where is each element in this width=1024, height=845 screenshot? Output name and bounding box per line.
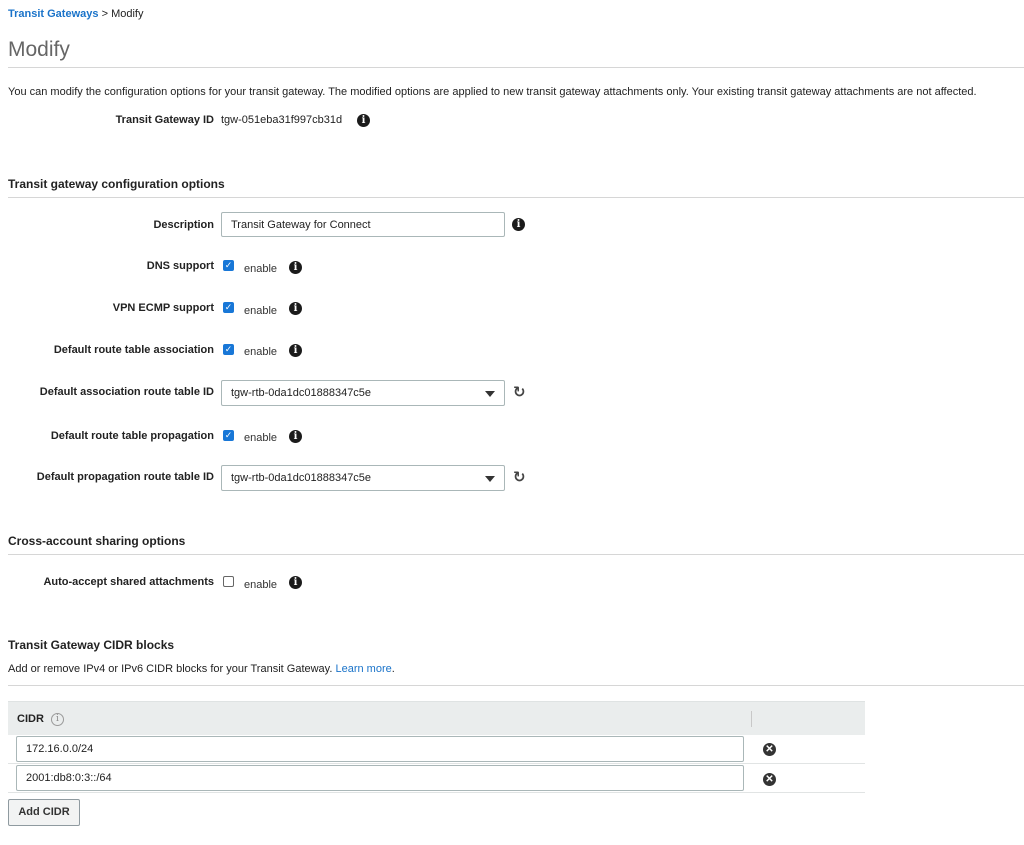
row-divider [8,792,865,793]
remove-icon[interactable]: ✕ [763,743,776,756]
info-icon[interactable]: i [289,344,302,357]
learn-more-link[interactable]: Learn more [335,663,391,675]
propagation-table-id-label: Default propagation route table ID [36,471,214,483]
route-association-checkbox[interactable]: ✓ [223,344,234,355]
checkmark-icon: ✓ [224,302,233,312]
dns-support-label: DNS support [146,260,214,272]
cidr-table-header: CIDR i [8,701,865,735]
info-icon[interactable]: i [357,114,370,127]
association-table-id-label: Default association route table ID [39,386,214,398]
info-icon[interactable]: i [289,430,302,443]
chevron-down-icon [485,391,495,397]
add-cidr-button[interactable]: Add CIDR [8,799,80,826]
info-icon[interactable]: i [289,576,302,589]
title-divider [8,67,1024,68]
intro-text: You can modify the configuration options… [8,86,977,98]
breadcrumb-current: Modify [111,8,144,20]
cidr-column-header: CIDR [17,713,44,725]
breadcrumb-separator: > [101,8,108,20]
checkmark-icon: ✓ [224,344,233,354]
vpn-ecmp-label: VPN ECMP support [112,302,214,314]
remove-icon[interactable]: ✕ [763,773,776,786]
propagation-table-value: tgw-rtb-0da1dc01888347c5e [231,472,372,484]
cidr-input-1[interactable] [16,736,744,762]
info-icon[interactable]: i [51,713,64,726]
propagation-table-select[interactable]: tgw-rtb-0da1dc01888347c5e [221,465,505,491]
route-association-label: Default route table association [53,344,214,356]
chevron-down-icon [485,476,495,482]
dns-support-checkbox[interactable]: ✓ [223,260,234,271]
checkmark-icon: ✓ [224,430,233,440]
info-icon[interactable]: i [512,218,525,231]
config-section-title: Transit gateway configuration options [8,177,225,191]
vpn-ecmp-enable-label: enable [244,305,278,317]
sharing-section-title: Cross-account sharing options [8,534,186,548]
auto-accept-enable-label: enable [244,579,278,591]
refresh-icon[interactable]: ↻ [513,468,526,486]
cidr-description: Add or remove IPv4 or IPv6 CIDR blocks f… [8,663,395,675]
route-propagation-checkbox[interactable]: ✓ [223,430,234,441]
checkmark-icon: ✓ [224,260,233,270]
page-title: Modify [8,38,70,61]
route-association-enable-label: enable [244,346,278,358]
description-label: Description [153,219,214,231]
column-divider [751,711,752,727]
cidr-section-title: Transit Gateway CIDR blocks [8,638,175,652]
tgw-id-label: Transit Gateway ID [115,114,214,126]
route-propagation-enable-label: enable [244,432,278,444]
description-input[interactable] [221,212,505,237]
cidr-description-period: . [391,663,395,675]
association-table-value: tgw-rtb-0da1dc01888347c5e [231,387,372,399]
cidr-input-2[interactable] [16,765,744,791]
breadcrumb: Transit Gateways > Modify [8,8,143,20]
tgw-id-value: tgw-051eba31f997cb31d [221,114,343,126]
info-icon[interactable]: i [289,302,302,315]
cidr-divider [8,685,1024,686]
breadcrumb-transit-gateways[interactable]: Transit Gateways [8,8,99,20]
config-divider [8,197,1024,198]
dns-support-enable-label: enable [244,263,278,275]
auto-accept-checkbox[interactable] [223,576,234,587]
row-divider [8,763,865,764]
route-propagation-label: Default route table propagation [50,430,214,442]
refresh-icon[interactable]: ↻ [513,383,526,401]
info-icon[interactable]: i [289,261,302,274]
vpn-ecmp-checkbox[interactable]: ✓ [223,302,234,313]
sharing-divider [8,554,1024,555]
cidr-description-text: Add or remove IPv4 or IPv6 CIDR blocks f… [8,663,333,675]
auto-accept-label: Auto-accept shared attachments [43,576,214,588]
association-table-select[interactable]: tgw-rtb-0da1dc01888347c5e [221,380,505,406]
